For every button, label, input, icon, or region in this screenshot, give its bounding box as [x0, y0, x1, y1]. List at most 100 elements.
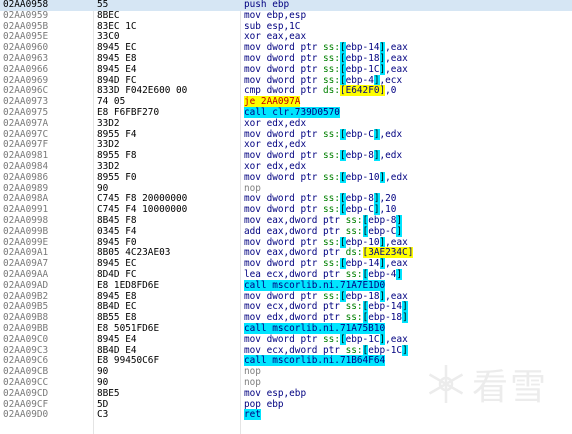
instruction-token: add eax,dword ptr — [244, 225, 346, 237]
instruction-token: ss: — [345, 344, 363, 356]
instruction-token: nop — [244, 182, 261, 194]
instruction-token: ,eax — [385, 290, 408, 302]
instruction-token: ebp-10 — [345, 236, 380, 248]
instruction-token: ebp-18 — [368, 312, 403, 324]
instruction-token: je 2AA097A — [244, 96, 301, 108]
row-instruction: mov dword ptr ss:[ebp-10],edx — [244, 171, 408, 184]
instruction-token: ss: — [323, 204, 340, 216]
row-address: 02AA09C0 — [3, 333, 49, 345]
instruction-token: xor edx,edx — [244, 139, 307, 151]
instruction-token: call mscorlib.ni.71A7E1D0 — [244, 279, 386, 291]
instruction-token: ss: — [345, 312, 363, 324]
row-address: 02AA09AD — [3, 279, 49, 291]
row-address: 02AA097A — [3, 117, 49, 129]
instruction-token: mov dword ptr — [244, 53, 324, 64]
instruction-token: ,eax — [385, 63, 408, 75]
instruction-token: mov dword ptr — [244, 204, 324, 216]
instruction-token: call mscorlib.ni.71B64F64 — [244, 355, 386, 367]
instruction-token: ss: — [323, 236, 340, 248]
instruction-token: xor eax,eax — [244, 31, 307, 43]
instruction-token: ss: — [323, 42, 340, 54]
row-instruction: ret — [244, 409, 261, 421]
instruction-token: ss: — [323, 74, 340, 86]
instruction-token: ebp-1C — [345, 333, 380, 345]
instruction-token: nop — [244, 377, 261, 388]
row-address: 02AA09CD — [3, 387, 49, 399]
disassembly-row[interactable]: 02AA0986 8955 F0 mov dword ptr ss:[ebp-10]… — [0, 171, 572, 184]
instruction-token: mov ecx,dword ptr — [244, 301, 346, 313]
instruction-token: ] — [402, 344, 408, 356]
instruction-token: ] — [402, 301, 408, 313]
instruction-token: ss: — [323, 53, 340, 64]
instruction-token: mov esp,ebp — [244, 387, 307, 399]
instruction-token: mov dword ptr — [244, 63, 324, 75]
instruction-token: ebp-14 — [345, 42, 380, 54]
instruction-token: mov dword ptr — [244, 150, 324, 162]
instruction-token: xor edx,edx — [244, 117, 307, 129]
instruction-token: pop ebp — [244, 398, 284, 410]
instruction-token: mov dword ptr — [244, 171, 324, 183]
instruction-token: mov dword ptr — [244, 290, 324, 302]
instruction-token: ret — [244, 409, 261, 421]
instruction-token: [3AE234C] — [362, 247, 414, 259]
watermark-text: 看雪 — [472, 367, 549, 408]
instruction-token: mov eax,dword ptr — [244, 215, 346, 226]
row-address: 02AA0959 — [3, 9, 49, 21]
row-bytes: C3 — [97, 409, 109, 421]
instruction-token: ] — [396, 269, 403, 280]
instruction-token: ,eax — [385, 258, 408, 270]
instruction-token: ,edx — [385, 171, 408, 183]
instruction-token: ss: — [345, 225, 363, 237]
row-address: 02AA09D0 — [3, 409, 49, 421]
instruction-token: ebp-14 — [345, 258, 380, 270]
instruction-token: ss: — [323, 258, 340, 270]
instruction-token: ds: — [323, 85, 340, 97]
instruction-token: ss: — [345, 215, 363, 226]
instruction-token: mov ecx,dword ptr — [244, 344, 346, 356]
instruction-token: ,edx — [379, 150, 403, 162]
instruction-token: cmp dword ptr — [244, 85, 324, 97]
instruction-token: ss: — [323, 290, 340, 302]
row-bytes: 8945 E4 — [97, 333, 137, 345]
instruction-token: ss: — [323, 333, 340, 345]
instruction-token: ebp-1C — [345, 63, 380, 75]
snowflake-logo-icon — [428, 365, 464, 403]
instruction-token: nop — [244, 366, 261, 378]
instruction-token: ebp-8 — [345, 193, 374, 205]
instruction-token: ss: — [323, 128, 340, 140]
instruction-token: mov edx,dword ptr — [244, 312, 346, 324]
instruction-token: ss: — [323, 193, 340, 205]
instruction-token: xor edx,edx — [244, 161, 307, 172]
instruction-token: lea ecx,dword ptr — [244, 269, 346, 280]
instruction-token: ] — [396, 215, 403, 226]
instruction-token: ,eax — [385, 236, 408, 248]
instruction-token: ] — [402, 312, 408, 324]
instruction-token: mov ebp,esp — [244, 9, 307, 21]
instruction-token: mov dword ptr — [244, 74, 324, 86]
instruction-token: ,edx — [379, 128, 403, 140]
instruction-token: [E642F0] — [339, 85, 386, 97]
instruction-token: mov dword ptr — [244, 258, 324, 270]
instruction-token: mov dword ptr — [244, 193, 324, 205]
row-bytes: 8955 F0 — [97, 171, 137, 183]
row-bytes: 8BE5 — [97, 387, 120, 399]
row-bytes: 33D2 — [97, 117, 120, 129]
instruction-token: ebp-10 — [345, 171, 380, 183]
instruction-token: ebp-18 — [345, 53, 380, 64]
instruction-token: call mscorlib.ni.71A75B10 — [244, 323, 386, 334]
instruction-token: ss: — [323, 63, 340, 75]
row-bytes: 0345 F4 — [97, 225, 137, 237]
instruction-token: mov dword ptr — [244, 333, 324, 345]
row-instruction: call mscorlib.ni.71B64F64 — [244, 355, 386, 367]
instruction-token: ebp-C — [345, 128, 374, 140]
instruction-token: ,20 — [379, 193, 397, 205]
row-bytes: 8945 E4 — [97, 63, 137, 75]
instruction-token: ebp-4 — [368, 269, 397, 280]
row-address: 02AA0966 — [3, 63, 49, 75]
instruction-token: ebp-14 — [368, 301, 403, 313]
instruction-token: mov dword ptr — [244, 236, 324, 248]
instruction-token: sub esp,1C — [244, 20, 301, 32]
instruction-token: ,eax — [385, 42, 408, 54]
row-bytes: E8 1ED8FD6E — [97, 279, 160, 291]
instruction-token: mov dword ptr — [244, 128, 324, 140]
